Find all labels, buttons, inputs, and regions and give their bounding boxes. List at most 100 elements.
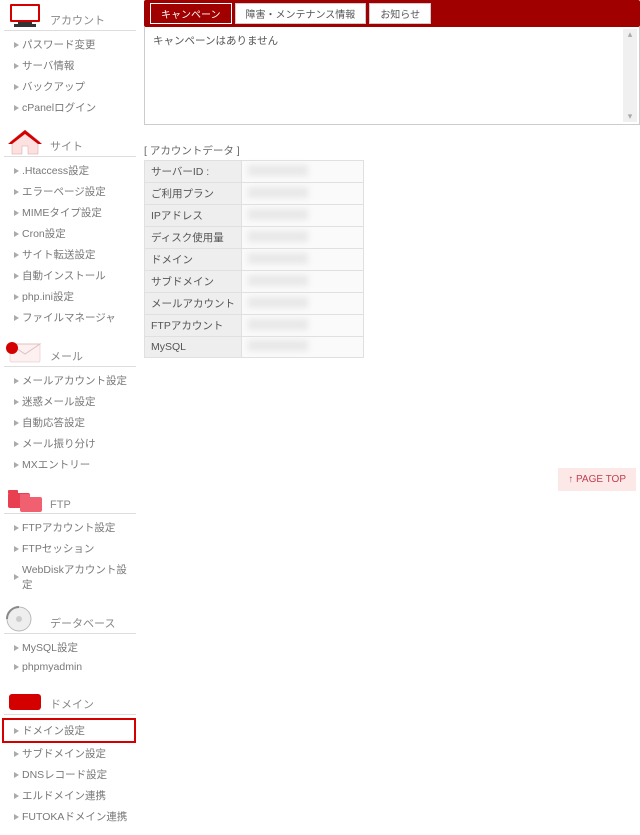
domain-icon bbox=[4, 686, 46, 714]
sidebar-item[interactable]: DNSレコード設定 bbox=[4, 764, 136, 785]
triangle-icon bbox=[14, 294, 19, 300]
triangle-icon bbox=[14, 168, 19, 174]
sidebar-item-label: ドメイン設定 bbox=[22, 723, 85, 738]
row-label: メールアカウント bbox=[145, 293, 242, 315]
sidebar-item[interactable]: .Htaccess設定 bbox=[4, 160, 136, 181]
disc-icon bbox=[4, 605, 46, 633]
tab-campaign[interactable]: キャンペーン bbox=[150, 3, 232, 24]
table-row: ご利用プラン bbox=[145, 183, 364, 205]
sidebar-item[interactable]: サイト転送設定 bbox=[4, 244, 136, 265]
sidebar-item-label: .Htaccess設定 bbox=[22, 163, 89, 178]
sidebar-item[interactable]: 自動応答設定 bbox=[4, 412, 136, 433]
section-label: サイト bbox=[50, 138, 83, 156]
triangle-icon bbox=[14, 751, 19, 757]
triangle-icon bbox=[14, 728, 19, 734]
triangle-icon bbox=[14, 420, 19, 426]
triangle-icon bbox=[14, 525, 19, 531]
sidebar-item[interactable]: FTPセッション bbox=[4, 538, 136, 559]
section-mail: メール メールアカウント設定迷惑メール設定自動応答設定メール振り分けMXエントリ… bbox=[4, 336, 136, 475]
sidebar-item[interactable]: サーバ情報 bbox=[4, 55, 136, 76]
sidebar-items-db: MySQL設定phpmyadmin bbox=[4, 637, 136, 676]
sidebar-item-label: エルドメイン連携 bbox=[22, 788, 106, 803]
triangle-icon bbox=[14, 42, 19, 48]
sidebar-items-mail: メールアカウント設定迷惑メール設定自動応答設定メール振り分けMXエントリー bbox=[4, 370, 136, 475]
sidebar-item-label: FTPセッション bbox=[22, 541, 94, 556]
section-db: データベース MySQL設定phpmyadmin bbox=[4, 603, 136, 676]
sidebar-item-label: ファイルマネージャ bbox=[22, 310, 116, 325]
home-icon bbox=[4, 128, 46, 156]
row-label: サーバーID : bbox=[145, 161, 242, 183]
triangle-icon bbox=[14, 772, 19, 778]
sidebar-item[interactable]: MXエントリー bbox=[4, 454, 136, 475]
sidebar-item-label: FTPアカウント設定 bbox=[22, 520, 115, 535]
tab-content: キャンペーンはありません ▴ ▾ bbox=[144, 27, 640, 125]
section-header-domain: ドメイン bbox=[4, 684, 136, 715]
sidebar-item[interactable]: バックアップ bbox=[4, 76, 136, 97]
sidebar-item[interactable]: WebDiskアカウント設定 bbox=[4, 559, 136, 595]
triangle-icon bbox=[14, 252, 19, 258]
sidebar-item-label: バックアップ bbox=[22, 79, 85, 94]
sidebar-item[interactable]: サブドメイン設定 bbox=[4, 743, 136, 764]
sidebar-item[interactable]: エルドメイン連携 bbox=[4, 785, 136, 806]
triangle-icon bbox=[14, 315, 19, 321]
sidebar-item-label: cPanelログイン bbox=[22, 100, 96, 115]
sidebar-item-label: サイト転送設定 bbox=[22, 247, 96, 262]
account-data-title: [ アカウントデータ ] bbox=[144, 143, 640, 158]
section-label: アカウント bbox=[50, 12, 105, 30]
section-domain: ドメイン ドメイン設定サブドメイン設定DNSレコード設定エルドメイン連携 FUTO… bbox=[4, 684, 136, 827]
row-value bbox=[242, 271, 364, 293]
sidebar-item[interactable]: cPanelログイン bbox=[4, 97, 136, 118]
table-row: MySQL bbox=[145, 337, 364, 358]
sidebar-item[interactable]: 迷惑メール設定 bbox=[4, 391, 136, 412]
row-value bbox=[242, 315, 364, 337]
row-value bbox=[242, 183, 364, 205]
triangle-icon bbox=[14, 63, 19, 69]
row-value bbox=[242, 293, 364, 315]
row-label: ドメイン bbox=[145, 249, 242, 271]
section-header-site: サイト bbox=[4, 126, 136, 157]
sidebar-item[interactable]: メールアカウント設定 bbox=[4, 370, 136, 391]
sidebar-item[interactable]: パスワード変更 bbox=[4, 34, 136, 55]
sidebar-item[interactable]: メール振り分け bbox=[4, 433, 136, 454]
triangle-icon bbox=[14, 105, 19, 111]
sidebar-item[interactable]: Cron設定 bbox=[4, 223, 136, 244]
row-label: ディスク使用量 bbox=[145, 227, 242, 249]
sidebar-item[interactable]: エラーページ設定 bbox=[4, 181, 136, 202]
triangle-icon bbox=[14, 462, 19, 468]
section-label: ドメイン bbox=[50, 696, 94, 714]
page-top-button[interactable]: ↑ PAGE TOP bbox=[558, 468, 636, 491]
triangle-icon bbox=[14, 189, 19, 195]
sidebar-item[interactable]: MIMEタイプ設定 bbox=[4, 202, 136, 223]
scroll-up-icon[interactable]: ▴ bbox=[623, 29, 637, 40]
row-label: FTPアカウント bbox=[145, 315, 242, 337]
scroll-down-icon[interactable]: ▾ bbox=[623, 111, 637, 122]
section-header-ftp: FTP bbox=[4, 483, 136, 514]
sidebar-item-label: メールアカウント設定 bbox=[22, 373, 127, 388]
triangle-icon bbox=[14, 231, 19, 237]
sidebar-items-account: パスワード変更サーバ情報バックアップ cPanelログイン bbox=[4, 34, 136, 118]
table-row: FTPアカウント bbox=[145, 315, 364, 337]
sidebar-item[interactable]: MySQL設定 bbox=[4, 637, 136, 658]
section-ftp: FTP FTPアカウント設定 FTPセッション WebDiskアカウント設定 bbox=[4, 483, 136, 595]
scrollbar[interactable]: ▴ ▾ bbox=[623, 29, 637, 122]
sidebar-item-label: Cron設定 bbox=[22, 226, 66, 241]
sidebar-item[interactable]: FUTOKAドメイン連携 bbox=[4, 806, 136, 827]
triangle-icon bbox=[14, 441, 19, 447]
table-row: ドメイン bbox=[145, 249, 364, 271]
sidebar-item[interactable]: ドメイン設定 bbox=[2, 718, 136, 743]
sidebar-item-label: FUTOKAドメイン連携 bbox=[22, 809, 127, 824]
sidebar-item[interactable]: FTPアカウント設定 bbox=[4, 517, 136, 538]
sidebar-item[interactable]: ファイルマネージャ bbox=[4, 307, 136, 328]
sidebar-items-domain: ドメイン設定サブドメイン設定DNSレコード設定エルドメイン連携 FUTOKAドメイ… bbox=[4, 718, 136, 827]
triangle-icon bbox=[14, 378, 19, 384]
account-data-table: サーバーID :ご利用プランIPアドレスディスク使用量ドメインサブドメインメール… bbox=[144, 160, 364, 358]
sidebar-item[interactable]: php.ini設定 bbox=[4, 286, 136, 307]
sidebar-item-label: WebDiskアカウント設定 bbox=[22, 562, 136, 592]
sidebar-item-label: パスワード変更 bbox=[22, 37, 96, 52]
table-row: サーバーID : bbox=[145, 161, 364, 183]
tab-news[interactable]: お知らせ bbox=[369, 3, 431, 24]
sidebar-item[interactable]: 自動インストール bbox=[4, 265, 136, 286]
tab-maintenance[interactable]: 障害・メンテナンス情報 bbox=[235, 3, 367, 24]
row-label: サブドメイン bbox=[145, 271, 242, 293]
row-value bbox=[242, 249, 364, 271]
